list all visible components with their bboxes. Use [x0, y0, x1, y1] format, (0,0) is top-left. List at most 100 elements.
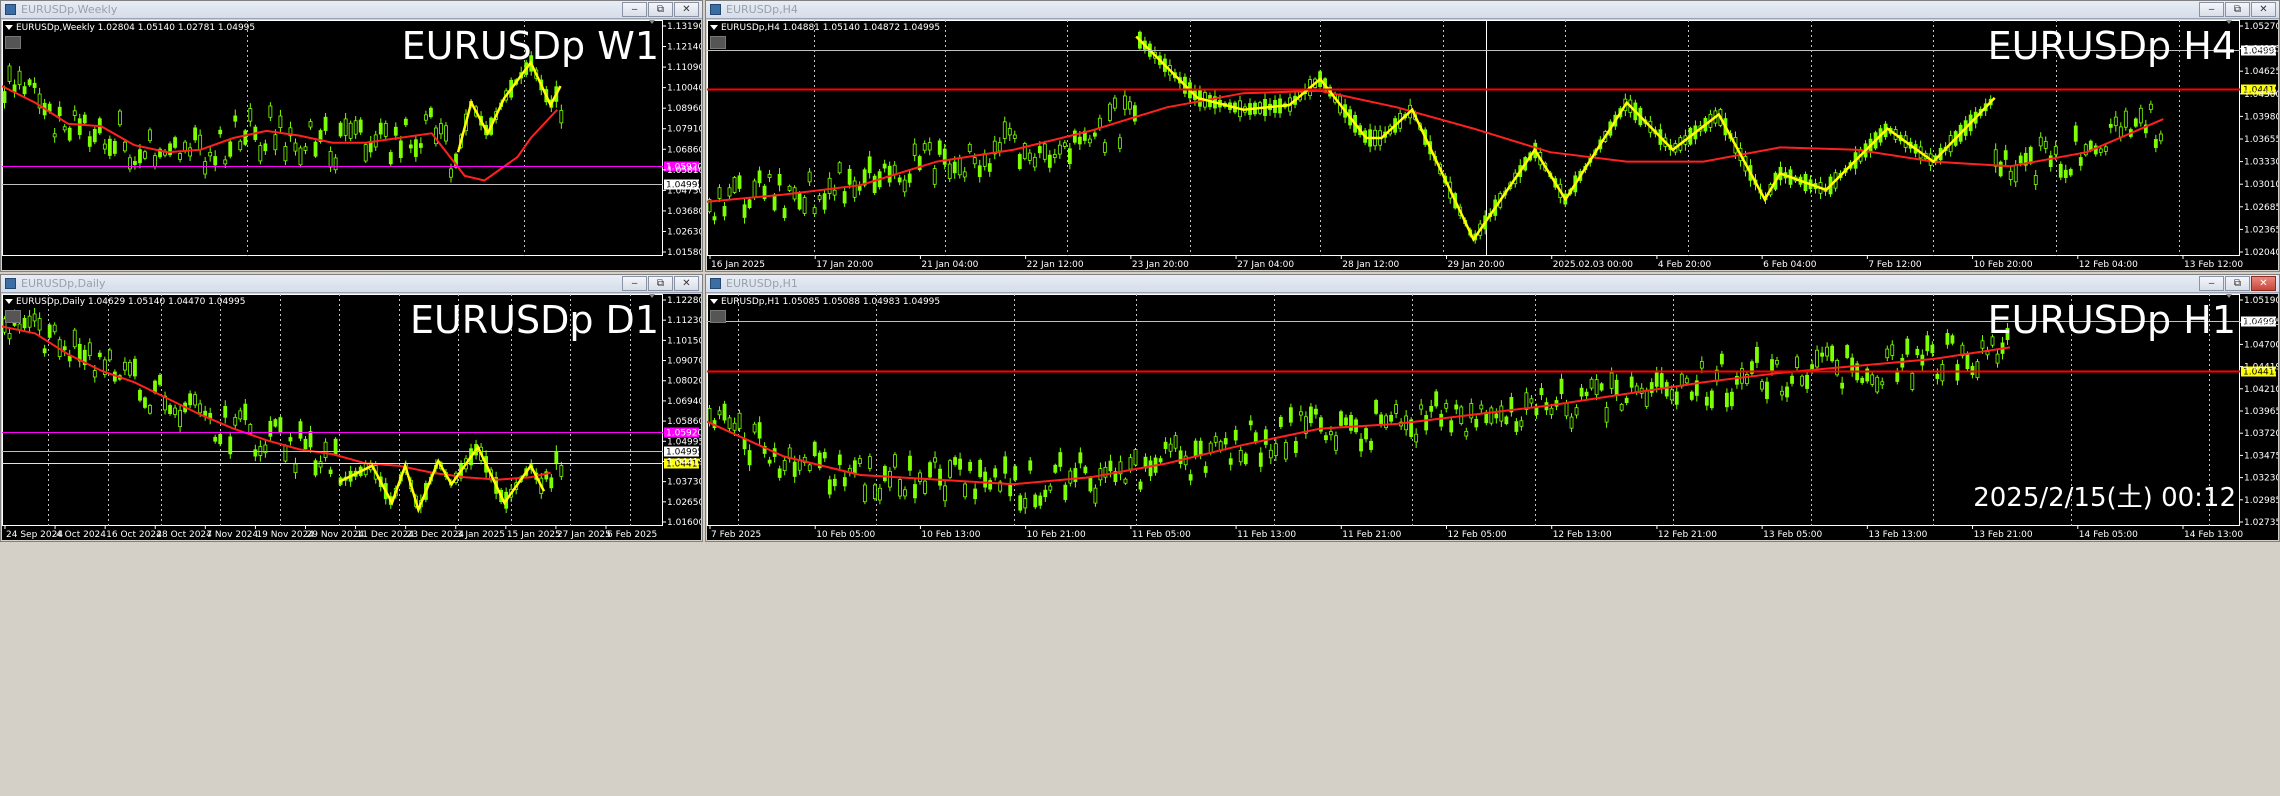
candle-body — [1950, 335, 1955, 344]
candle-body — [1840, 382, 1845, 389]
window-titlebar[interactable]: EURUSDp,Weekly ‒ ⧉ ✕ — [1, 1, 702, 19]
time-tick-label: 12 Feb 13:00 — [1553, 530, 1612, 540]
close-button[interactable]: ✕ — [674, 2, 699, 17]
candle-body — [2043, 141, 2048, 149]
restore-button[interactable]: ⧉ — [648, 276, 673, 291]
candle-body — [2, 91, 7, 104]
candle-body — [842, 191, 847, 204]
candle-body — [1037, 146, 1042, 154]
window-titlebar[interactable]: EURUSDp,H4 ‒ ⧉ ✕ — [706, 1, 2279, 19]
candle-body — [948, 460, 952, 478]
close-button[interactable]: ✕ — [674, 276, 699, 291]
candle-body — [77, 118, 82, 135]
one-click-trading-icon[interactable] — [5, 36, 21, 49]
time-tick-label: 6 Feb 04:00 — [1763, 260, 1817, 270]
minimize-button[interactable]: ‒ — [2199, 2, 2224, 17]
price-tick-label: 1.12280 — [667, 296, 701, 306]
candle-body — [1589, 378, 1594, 389]
restore-button[interactable]: ⧉ — [2225, 2, 2250, 17]
price-tick-label: 1.11090 — [667, 63, 701, 73]
candle-body — [148, 129, 152, 142]
chart-window-w1[interactable]: EURUSDp,Weekly ‒ ⧉ ✕ 1.05920 1.04995 1.131… — [0, 0, 703, 272]
candle-body — [1088, 477, 1093, 492]
candle-body — [47, 324, 52, 338]
candle-body — [2003, 150, 2008, 160]
candle-body — [233, 416, 238, 426]
candle-body — [822, 452, 827, 459]
candle-body — [1910, 372, 1915, 390]
candle-body — [1704, 396, 1709, 406]
window-titlebar[interactable]: EURUSDp,Daily ‒ ⧉ ✕ — [1, 275, 702, 293]
chart-window-h4[interactable]: EURUSDp,H4 ‒ ⧉ ✕ 1.04995 1.04419 1.05270 1.… — [705, 0, 2280, 272]
candle-body — [883, 466, 887, 482]
time-tick-label: 16 Jan 2025 — [711, 260, 765, 270]
time-tick-label: 13 Feb 21:00 — [1974, 530, 2033, 540]
candle-body — [1519, 420, 1524, 427]
candle-body — [1369, 440, 1373, 450]
one-click-trading-icon[interactable] — [710, 310, 726, 323]
candle-body — [223, 159, 228, 165]
candle-body — [932, 168, 937, 185]
candle-body — [1062, 142, 1067, 147]
chart-area[interactable]: 1.05920 1.04995 1.13190 1.12140 1.11090 1.100… — [2, 20, 701, 270]
candle-body — [1765, 381, 1769, 400]
time-tick-label: 27 Jan 04:00 — [1237, 260, 1294, 270]
chart-area[interactable]: 1.04995 1.04419 1.05190 1.04995 1.04700 1.044… — [707, 294, 2278, 540]
chart-area[interactable]: 1.05920 1.04995 1.04419 1.12280 1.11230 1.101… — [2, 294, 701, 540]
symbol-menu-arrow-icon[interactable] — [5, 25, 13, 30]
one-click-trading-icon[interactable] — [710, 36, 726, 49]
candle-body — [308, 121, 313, 128]
candle-body — [1248, 420, 1253, 426]
candle-body — [7, 65, 12, 82]
candle-body — [767, 174, 772, 178]
candle-body — [717, 410, 722, 416]
candle-body — [1098, 468, 1103, 481]
close-button[interactable]: ✕ — [2251, 2, 2276, 17]
candle-body — [972, 157, 977, 165]
candle-body — [423, 114, 428, 121]
candle-body — [943, 485, 947, 502]
chart-window-icon — [5, 278, 16, 289]
minimize-button[interactable]: ‒ — [2199, 276, 2224, 291]
candle-body — [902, 179, 907, 193]
candle-body — [1930, 344, 1935, 354]
candle-body — [1263, 429, 1268, 445]
zigzag-line — [456, 60, 562, 153]
restore-button[interactable]: ⧉ — [2225, 276, 2250, 291]
chart-window-d1[interactable]: EURUSDp,Daily ‒ ⧉ ✕ 1.05920 1.04995 1.0441… — [0, 274, 703, 542]
time-tick-label: 13 Feb 13:00 — [1868, 530, 1927, 540]
candle-body — [1017, 154, 1022, 170]
candle-body — [72, 329, 77, 348]
minimize-button[interactable]: ‒ — [622, 276, 647, 291]
candle-body — [2048, 155, 2053, 167]
candle-body — [1624, 397, 1629, 404]
minimize-button[interactable]: ‒ — [622, 2, 647, 17]
candle-body — [862, 484, 867, 503]
restore-button[interactable]: ⧉ — [648, 2, 673, 17]
candle-body — [1122, 95, 1127, 110]
candle-body — [1112, 97, 1117, 109]
close-button[interactable]: ✕ — [2251, 276, 2276, 291]
candle-body — [198, 403, 203, 414]
candle-body — [712, 216, 717, 221]
symbol-menu-arrow-icon[interactable] — [710, 299, 718, 304]
candle-body — [188, 147, 193, 157]
candle-body — [1253, 432, 1258, 443]
one-click-trading-icon[interactable] — [5, 310, 21, 323]
candle-body — [243, 403, 248, 421]
symbol-menu-arrow-icon[interactable] — [5, 299, 13, 304]
price-tick-label: 1.04700 — [2244, 340, 2278, 350]
symbol-menu-arrow-icon[interactable] — [710, 25, 718, 30]
chart-window-icon — [710, 4, 721, 15]
chart-window-h1[interactable]: EURUSDp,H1 ‒ ⧉ ✕ 1.04995 1.04419 1.05190 1.… — [705, 274, 2280, 542]
time-tick-label: 21 Jan 04:00 — [921, 260, 978, 270]
candle-body — [1083, 466, 1088, 474]
candle-body — [977, 165, 982, 177]
candle-body — [102, 143, 107, 150]
chart-area[interactable]: 1.04995 1.04419 1.05270 1.04995 1.04625 1.043… — [707, 20, 2278, 270]
candle-body — [782, 208, 787, 219]
window-titlebar[interactable]: EURUSDp,H1 ‒ ⧉ ✕ — [706, 275, 2279, 293]
candle-body — [922, 143, 927, 151]
candle-body — [1052, 154, 1057, 159]
timeframe-label: EURUSDp H4 — [1987, 24, 2236, 68]
